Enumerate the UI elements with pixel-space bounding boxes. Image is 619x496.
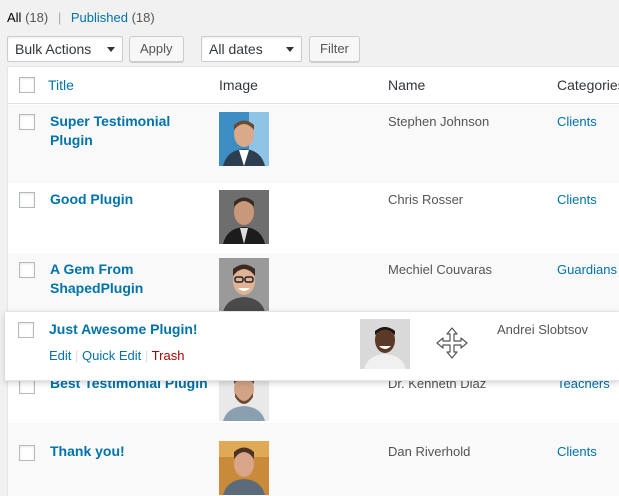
row-name: Mechiel Couvaras bbox=[388, 262, 493, 277]
bulk-actions-value: Bulk Actions bbox=[15, 41, 92, 57]
table-header: Title Image Name Categories bbox=[8, 67, 619, 104]
column-categories: Categories bbox=[557, 77, 619, 93]
quick-edit-link[interactable]: Quick Edit bbox=[82, 348, 141, 363]
row-checkbox[interactable] bbox=[18, 322, 34, 338]
row-title[interactable]: Super Testimonial Plugin bbox=[50, 112, 190, 150]
column-title[interactable]: Title bbox=[48, 77, 74, 93]
column-image: Image bbox=[219, 77, 258, 93]
row-checkbox[interactable] bbox=[19, 445, 35, 461]
filter-published-count: (18) bbox=[131, 10, 155, 25]
apply-button[interactable]: Apply bbox=[129, 36, 184, 62]
row-category[interactable]: Clients bbox=[557, 444, 597, 459]
testimonial-photo bbox=[219, 258, 269, 312]
dragged-row[interactable]: Just Awesome Plugin! Edit | Quick Edit |… bbox=[5, 311, 619, 381]
dates-value: All dates bbox=[209, 41, 263, 57]
dragged-row-name: Andrei Slobtsov bbox=[497, 322, 589, 337]
select-all-checkbox[interactable] bbox=[19, 77, 35, 93]
edit-link[interactable]: Edit bbox=[49, 348, 71, 363]
status-filters: All (18) | Published (18) bbox=[7, 10, 155, 25]
action-separator: | bbox=[75, 348, 83, 363]
testimonial-photo bbox=[219, 112, 269, 166]
row-title[interactable]: Thank you! bbox=[50, 442, 190, 461]
trash-link[interactable]: Trash bbox=[152, 348, 185, 363]
filter-all-count: (18) bbox=[25, 10, 49, 25]
move-icon bbox=[435, 326, 469, 360]
chevron-down-icon bbox=[107, 47, 115, 52]
row-actions: Edit | Quick Edit | Trash bbox=[49, 348, 184, 363]
column-name: Name bbox=[388, 77, 426, 93]
row-checkbox[interactable] bbox=[19, 114, 35, 130]
posts-table: Title Image Name Categories Super Testim… bbox=[7, 66, 619, 496]
filter-all[interactable]: All bbox=[7, 10, 21, 25]
dragged-row-title[interactable]: Just Awesome Plugin! bbox=[49, 320, 249, 339]
dates-select[interactable]: All dates bbox=[201, 36, 302, 62]
row-category[interactable]: Clients bbox=[557, 114, 597, 129]
table-row: Super Testimonial Plugin Stephen Johnson… bbox=[8, 105, 619, 183]
bulk-actions-select[interactable]: Bulk Actions bbox=[7, 36, 123, 62]
row-checkbox[interactable] bbox=[19, 262, 35, 278]
row-name: Chris Rosser bbox=[388, 192, 464, 207]
table-row: Thank you! Dan Riverhold Clients bbox=[8, 423, 619, 496]
row-title[interactable]: A Gem From ShapedPlugin bbox=[50, 260, 190, 298]
table-row: A Gem From ShapedPlugin Mechiel Couvaras… bbox=[8, 253, 619, 313]
filter-published[interactable]: Published bbox=[71, 10, 128, 25]
action-separator: | bbox=[144, 348, 152, 363]
table-row: Good Plugin Chris Rosser Clients bbox=[8, 183, 619, 253]
testimonial-photo bbox=[360, 319, 410, 369]
filter-separator: | bbox=[57, 10, 62, 25]
row-category[interactable]: Clients bbox=[557, 192, 597, 207]
row-title[interactable]: Good Plugin bbox=[50, 190, 190, 209]
testimonial-photo bbox=[219, 190, 269, 244]
row-checkbox[interactable] bbox=[19, 192, 35, 208]
row-category[interactable]: Guardians bbox=[557, 262, 617, 277]
filter-button[interactable]: Filter bbox=[309, 36, 360, 62]
chevron-down-icon bbox=[286, 47, 294, 52]
testimonial-photo bbox=[219, 441, 269, 495]
row-name: Stephen Johnson bbox=[388, 114, 490, 129]
row-name: Dan Riverhold bbox=[388, 444, 471, 459]
